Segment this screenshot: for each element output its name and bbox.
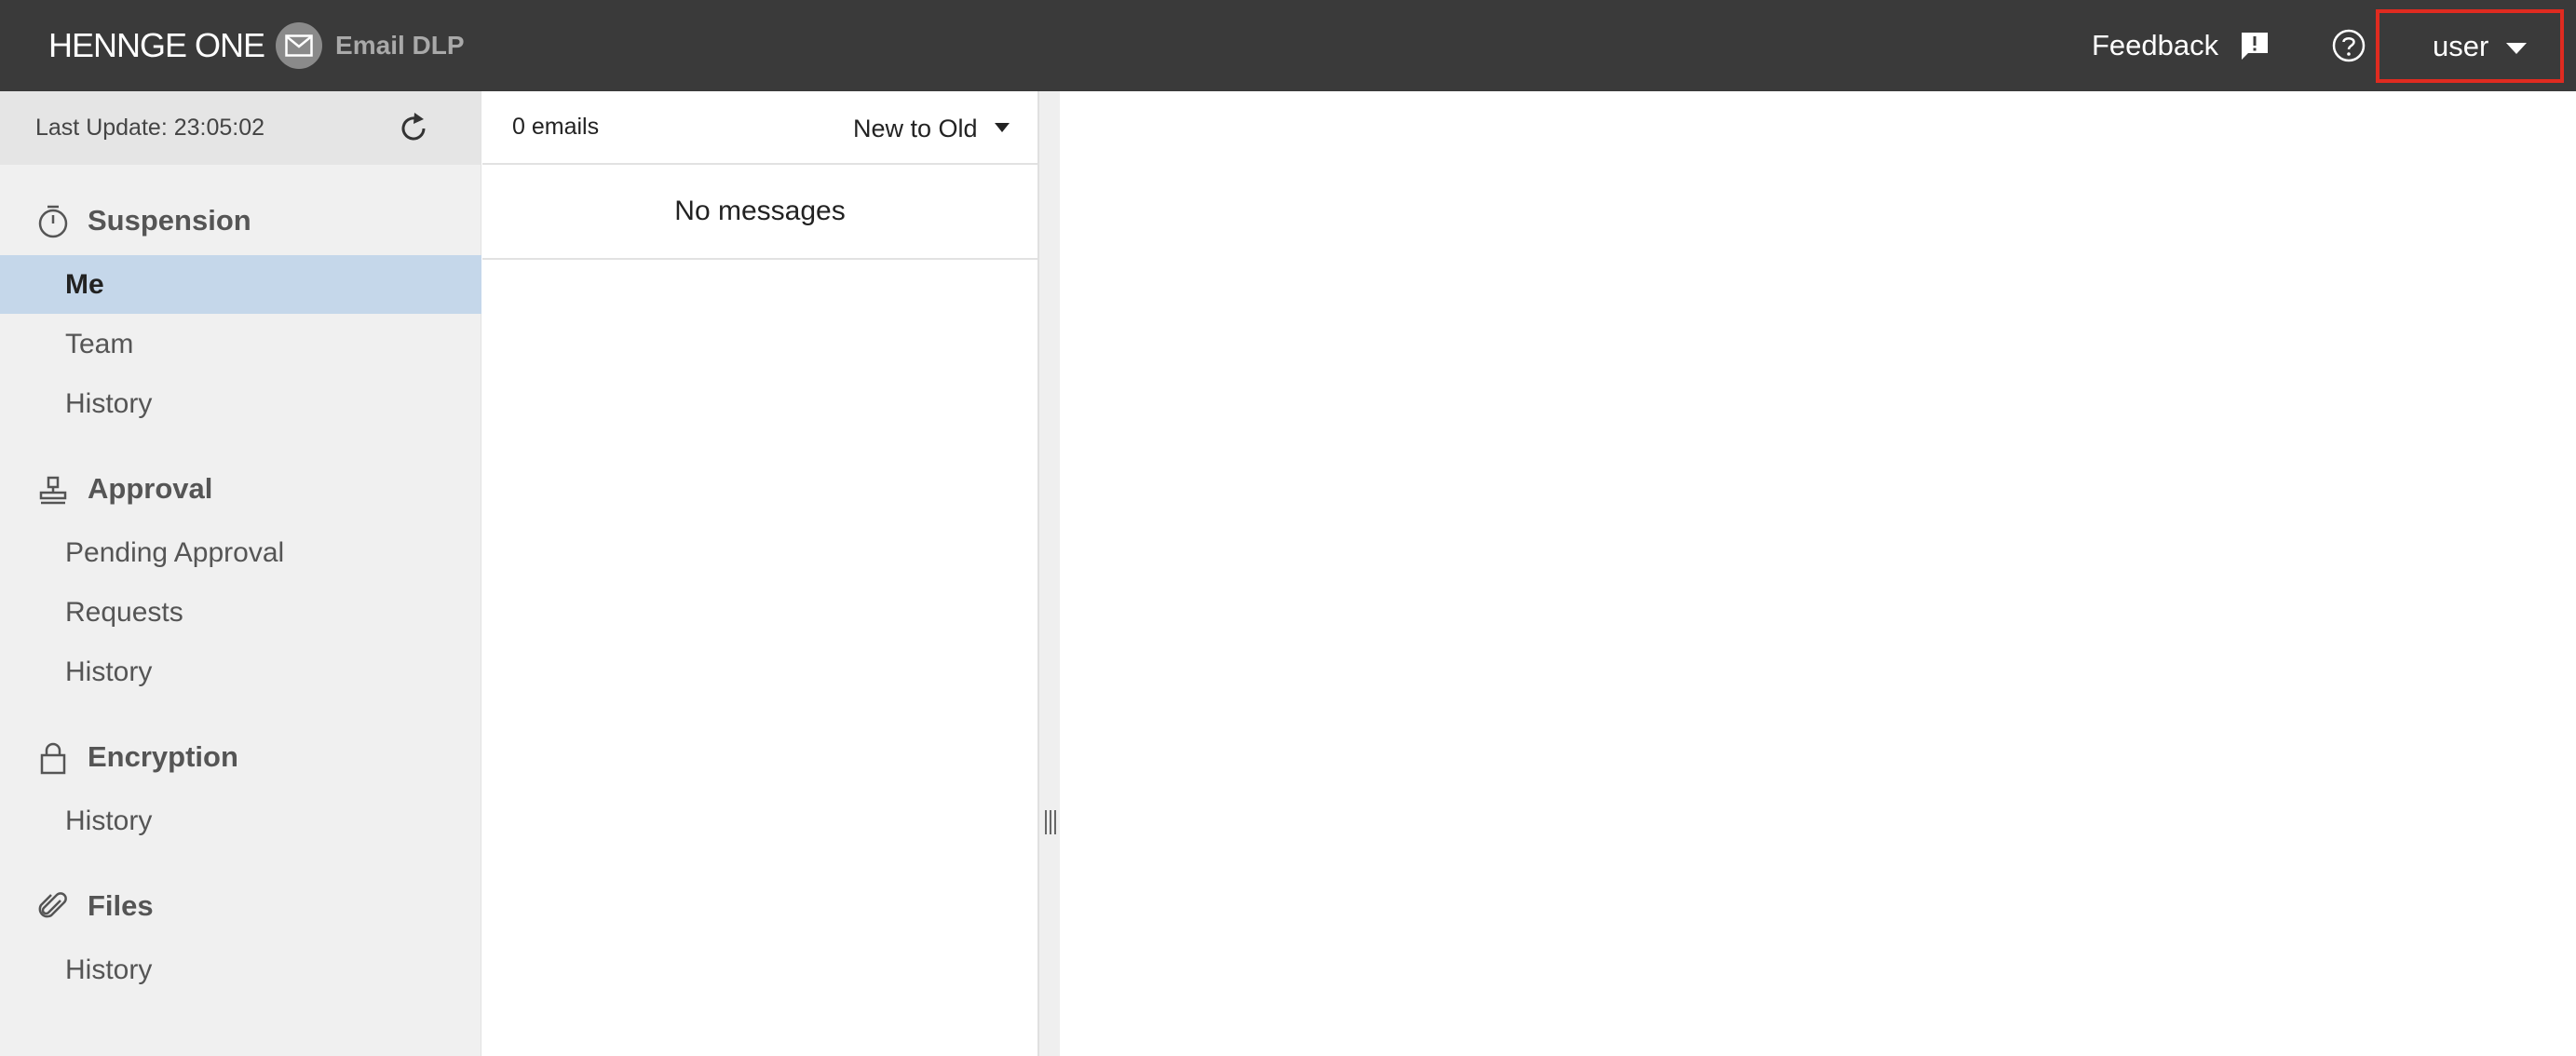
sidebar-item-label: History — [65, 805, 153, 836]
sidebar: Last Update: 23:05:02 Suspension Me Team… — [0, 91, 481, 1056]
lock-icon — [35, 740, 71, 776]
timer-icon — [35, 204, 71, 239]
sidebar-item-suspension-me[interactable]: Me — [0, 255, 481, 314]
sidebar-item-label: History — [65, 954, 153, 985]
sidebar-item-label: History — [65, 387, 153, 419]
chevron-down-icon — [994, 120, 1010, 137]
section-encryption: Encryption — [0, 729, 481, 785]
empty-message: No messages — [674, 196, 846, 226]
feedback-button[interactable]: Feedback — [2092, 0, 2271, 91]
stamp-icon — [35, 472, 71, 508]
feedback-icon — [2239, 30, 2271, 61]
email-detail-pane — [1060, 91, 2576, 1056]
section-label: Approval — [88, 472, 213, 505]
help-icon[interactable] — [2330, 27, 2367, 64]
last-update-text: Last Update: 23:05:02 — [35, 115, 265, 141]
sort-dropdown[interactable]: New to Old — [853, 106, 1010, 151]
product-name: Email DLP — [335, 31, 465, 60]
sidebar-item-files-history[interactable]: History — [0, 941, 481, 999]
sidebar-item-approval-pending[interactable]: Pending Approval — [0, 523, 481, 582]
sidebar-item-label: Requests — [65, 596, 183, 628]
last-update-bar: Last Update: 23:05:02 — [0, 91, 481, 165]
sidebar-item-approval-history[interactable]: History — [0, 643, 481, 701]
email-count: 0 emails — [512, 114, 600, 140]
section-files: Files — [0, 878, 481, 934]
user-name: user — [2433, 29, 2489, 62]
grip-icon — [1045, 810, 1056, 834]
sidebar-item-approval-requests[interactable]: Requests — [0, 583, 481, 642]
section-label: Suspension — [88, 204, 251, 237]
chevron-down-icon — [2506, 42, 2527, 59]
top-bar: HENNGE One Email DLP Feedback user — [0, 0, 2576, 91]
sidebar-item-suspension-team[interactable]: Team — [0, 315, 481, 373]
section-label: Encryption — [88, 740, 238, 773]
email-list-toolbar: 0 emails New to Old — [482, 91, 1037, 165]
section-suspension: Suspension — [0, 193, 481, 249]
sort-label: New to Old — [853, 114, 978, 142]
refresh-icon[interactable] — [395, 110, 432, 147]
section-approval: Approval — [0, 461, 481, 517]
sidebar-item-label: Team — [65, 328, 134, 359]
brand-logo[interactable]: HENNGE One Email DLP — [48, 0, 465, 91]
sidebar-item-label: Pending Approval — [65, 536, 285, 568]
feedback-label: Feedback — [2092, 29, 2219, 61]
sidebar-item-suspension-history[interactable]: History — [0, 374, 481, 433]
email-list-pane: 0 emails New to Old No messages — [482, 91, 1037, 1056]
paperclip-icon — [35, 889, 71, 925]
pane-resize-handle[interactable] — [1037, 91, 1060, 1056]
mail-icon — [276, 22, 323, 69]
sidebar-item-label: History — [65, 656, 153, 687]
sidebar-item-label: Me — [65, 268, 104, 300]
section-label: Files — [88, 889, 154, 922]
user-menu-button[interactable]: user — [2376, 9, 2564, 83]
empty-state: No messages — [482, 165, 1037, 260]
brand-name: HENNGE One — [48, 26, 265, 64]
sidebar-item-encryption-history[interactable]: History — [0, 792, 481, 850]
